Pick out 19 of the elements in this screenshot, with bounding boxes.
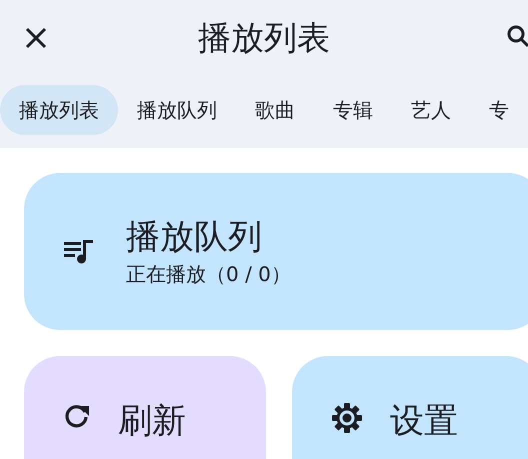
tab[interactable]: 播放队列 <box>118 85 236 135</box>
tab[interactable]: 播放列表 <box>0 85 118 135</box>
card-title: 设置 <box>390 400 458 443</box>
tab[interactable]: 艺人 <box>392 85 470 135</box>
tab[interactable]: 歌曲 <box>236 85 314 135</box>
search-icon[interactable] <box>506 24 528 48</box>
tab[interactable]: 专 <box>470 85 528 135</box>
page-title: 播放列表 <box>198 17 330 59</box>
settings-icon <box>332 403 362 433</box>
queue-music-icon <box>64 240 94 264</box>
refresh-icon <box>64 403 90 429</box>
close-icon[interactable] <box>24 26 48 50</box>
tab[interactable]: 专辑 <box>314 85 392 135</box>
settings-card[interactable]: 设置 <box>292 356 528 459</box>
refresh-card[interactable]: 刷新 <box>24 356 266 459</box>
play-queue-card[interactable]: 播放队列 正在播放（0 / 0） <box>24 173 528 330</box>
card-title: 播放队列 <box>126 216 263 259</box>
card-subtitle: 正在播放（0 / 0） <box>126 261 291 288</box>
card-title: 刷新 <box>118 400 186 443</box>
